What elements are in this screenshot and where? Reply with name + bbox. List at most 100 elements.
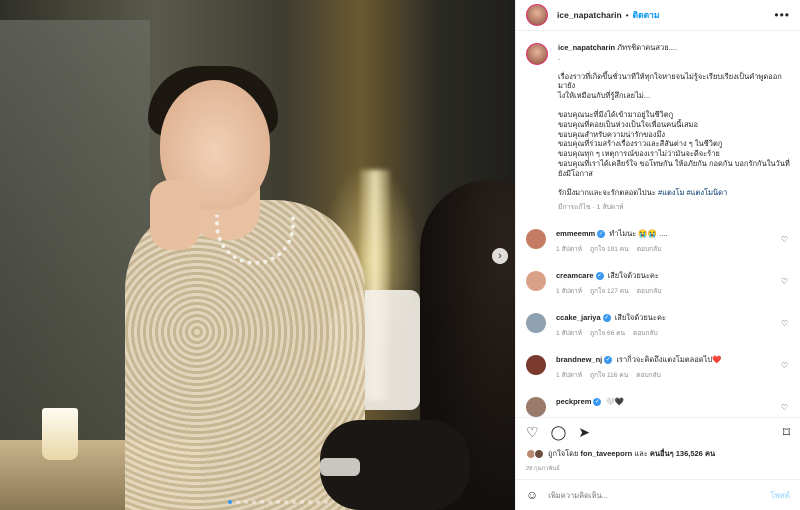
comment-like-icon[interactable]: ♡ [781,277,788,286]
caption: ice_napatcharin ภัทรชิดาคนสวย.... . เรื่… [526,43,790,213]
comment-like-icon[interactable]: ♡ [781,403,788,412]
comments-scroll-area[interactable]: ice_napatcharin ภัทรชิดาคนสวย.... . เรื่… [516,31,800,417]
caption-line: ยังมีโอกาส [558,168,593,178]
carousel-dot[interactable] [252,500,256,504]
caption-line: ขอบคุณที่ร่วมสร้างเรื่องราวและสีสันต่าง … [558,139,723,149]
comment-time: 1 สัปดาห์ [556,330,583,338]
likes-count[interactable]: คนอื่นๆ 136,526 คน [650,449,715,458]
verified-badge-icon: ✓ [595,272,604,281]
reply-button[interactable]: ตอบกลับ [636,371,661,381]
commenter-avatar[interactable] [526,397,546,417]
caption-body: ice_napatcharin ภัทรชิดาคนสวย.... . เรื่… [558,43,790,213]
likes-prefix: ถูกใจโดย [548,449,581,458]
caption-paragraph-3: รักมึงมากและจะรักตลอดไปนะ #แตงโม #แตงโมน… [558,188,790,198]
comment-text: เสียใจด้วยนะคะ [607,271,659,281]
likes-middle: และ [632,449,650,458]
share-icon[interactable]: ➤ [578,425,590,439]
photo-hand [150,180,200,250]
post-photo[interactable]: › [0,0,515,510]
carousel-dot[interactable] [244,500,248,504]
bookmark-icon[interactable]: ⌑ [783,425,790,439]
carousel-dot[interactable] [236,500,240,504]
likes-text[interactable]: ถูกใจโดย fon_taveeporn และ คนอื่นๆ 136,5… [548,448,715,460]
comment-meta: 1 สัปดาห์ ถูกใจ 66 คน ตอบกลับ [556,329,790,339]
comment-body: emmeemm ✓ ทำไมนะ 😭😭 .... 1 สัปดาห์ ถูกใจ 19… [556,229,790,255]
carousel-dot[interactable] [276,500,280,504]
comment-input[interactable] [548,490,761,500]
heart-icon[interactable]: ♡ [526,425,539,439]
commenter-username[interactable]: brandnew_nj [556,355,602,364]
post-modal: › ice_napatcharin • ติดตาม ••• ice_napat… [0,0,800,510]
commenter-username[interactable]: ccake_jariya [556,313,601,322]
commenter-username[interactable]: creamcare [556,271,594,280]
carousel-dot[interactable] [308,500,312,504]
comment-likes[interactable]: ถูกใจ 191 คน [590,245,629,255]
post-comment-button[interactable]: โพสต์ [770,489,790,502]
carousel-dot[interactable] [228,500,232,504]
comment-row: ccake_jariya ✓ เสียใจด้วยนะคะ 1 สัปดาห์ ถูก… [526,313,790,339]
chevron-right-icon: › [498,250,502,262]
emoji-icon[interactable]: ☺ [526,488,538,502]
caption-avatar[interactable] [526,43,548,65]
more-options-icon[interactable]: ••• [774,8,790,22]
carousel-next-button[interactable]: › [492,248,508,264]
comment-text: เสียใจด้วยนะคะ [614,313,667,323]
comment-likes[interactable]: ถูกใจ 127 คน [590,287,629,297]
caption-closing-text: รักมึงมากและจะรักตลอดไปนะ [558,187,658,197]
caption-paragraph-1: เรื่องราวที่เกิดขึ้นชั่วนาทีให้ทุกใจหายจ… [558,72,790,101]
verified-badge-icon: ✓ [593,398,602,407]
likes-user[interactable]: fon_taveeporn [581,449,633,458]
caption-meta: มีการแก้ไข · 1 สัปดาห์ [558,204,624,212]
carousel-dot[interactable] [324,500,328,504]
carousel-dot[interactable] [284,500,288,504]
caption-line: ขอบคุณที่เราได้เคลียร์ใจ ขอโทษกัน ให้อภั… [558,158,790,168]
verified-badge-icon: ✓ [602,314,611,323]
commenter-avatar[interactable] [526,355,546,376]
caption-line: ขอบคุณทุก ๆ เหตุการณ์ของเราไม่ว่ามันจะดี… [558,149,720,159]
likes-summary: ถูกใจโดย fon_taveeporn และ คนอื่นๆ 136,5… [516,445,800,463]
comment-like-icon[interactable]: ♡ [781,361,788,370]
comment-body: ccake_jariya ✓ เสียใจด้วยนะคะ 1 สัปดาห์ ถูก… [556,313,790,339]
caption-line: เรื่องราวที่เกิดขึ้นชั่วนาทีให้ทุกใจหายจ… [558,71,782,91]
caption-dot-line: . [558,52,561,62]
carousel-dot[interactable] [300,500,304,504]
follow-button[interactable]: ติดตาม [633,8,660,22]
comment-likes[interactable]: ถูกใจ 116 คน [590,371,628,381]
carousel-dot[interactable] [292,500,296,504]
commenter-avatar[interactable] [526,313,546,334]
author-avatar[interactable] [526,4,548,26]
caption-line: ขอบคุณนะที่มีงได้เข้ามาอยู่ในชีวิตกู [558,109,674,119]
comment-row: emmeemm ✓ ทำไมนะ 😭😭 .... 1 สัปดาห์ ถูกใจ 19… [526,229,790,255]
comment-likes[interactable]: ถูกใจ 66 คน [590,329,625,339]
commenter-username[interactable]: peckprem [556,397,591,406]
carousel-dot[interactable] [316,500,320,504]
author-username[interactable]: ice_napatcharin [557,10,622,20]
caption-username[interactable]: ice_napatcharin [558,43,615,52]
verified-badge-icon: ✓ [604,356,613,365]
comment-time: 1 สัปดาห์ [556,288,583,296]
caption-line: ไงให้เหมือนกับที่รู้สึกเลยไม่... [558,91,651,101]
comment-text: เรากิ่วจะคิดถึงแตงโมตลอดไป❤️ [616,355,722,365]
comment-time: 1 สัปดาห์ [556,246,583,254]
comment-like-icon[interactable]: ♡ [781,235,788,244]
reply-button[interactable]: ตอบกลับ [637,287,662,297]
caption-paragraph-2: ขอบคุณนะที่มีงได้เข้ามาอยู่ในชีวิตกู ขอบ… [558,110,790,179]
photo-watch [320,458,360,476]
caption-hashtags[interactable]: #แตงโม #แตงโมนิดา [658,188,727,197]
comment-time: 1 สัปดาห์ [556,372,583,380]
comment-body: creamcare ✓ เสียใจด้วยนะคะ 1 สัปดาห์ ถูกใจ … [556,271,790,297]
comment-text: ทำไมนะ 😭😭 .... [609,229,668,239]
reply-button[interactable]: ตอบกลับ [637,245,662,255]
comment-meta: 1 สัปดาห์ ถูกใจ 127 คน ตอบกลับ [556,287,790,297]
reply-button[interactable]: ตอบกลับ [633,329,658,339]
caption-title: ภัทรชิดาคนสวย.... [617,43,677,52]
carousel-dot[interactable] [260,500,264,504]
commenter-username[interactable]: emmeemm [556,229,595,238]
commenter-avatar[interactable] [526,271,546,292]
comment-body: brandnew_nj ✓ เรากิ่วจะคิดถึงแตงโมตลอดไป❤… [556,355,790,381]
comment-like-icon[interactable]: ♡ [781,319,788,328]
carousel-dot[interactable] [268,500,272,504]
commenter-avatar[interactable] [526,229,546,250]
action-bar: ♡ ◯ ➤ ⌑ [516,417,800,445]
comment-icon[interactable]: ◯ [551,425,567,439]
